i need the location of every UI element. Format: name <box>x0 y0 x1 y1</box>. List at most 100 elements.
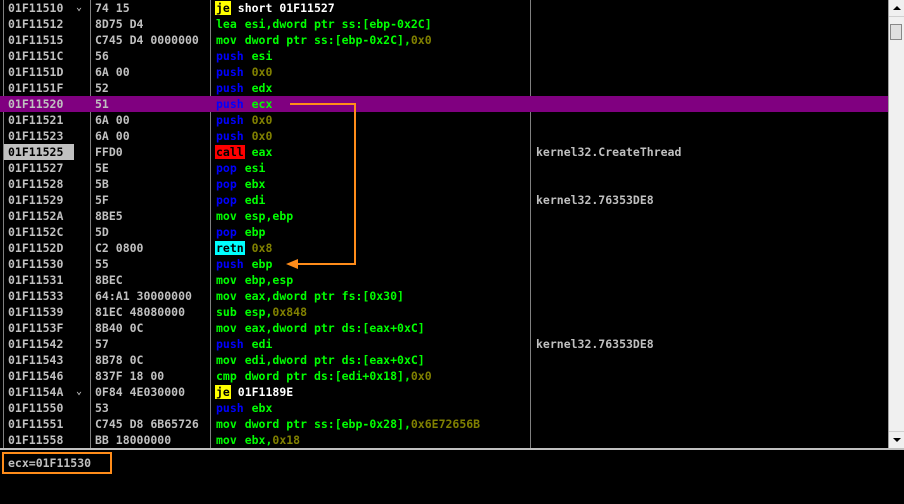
row-hex-bytes: 0F84 4E030000 <box>95 385 186 399</box>
disasm-row[interactable]: 01F1152C 5D pop ebp <box>0 224 888 240</box>
disasm-row[interactable]: 01F1151C 56 push esi <box>0 48 888 64</box>
instruction-operand: 0x848 <box>272 305 308 319</box>
row-comment <box>536 16 886 32</box>
jump-marker-icon: ⌄ <box>76 2 83 13</box>
disasm-row[interactable]: 01F1152A 8BE5 mov esp,ebp <box>0 208 888 224</box>
disasm-row[interactable]: 01F11550 53 push ebx <box>0 400 888 416</box>
instruction-operand: 0x0 <box>410 369 432 383</box>
row-hex-bytes: 5D <box>95 225 109 239</box>
disasm-row[interactable]: 01F11510 ⌄ 74 15 je short 01F11527 <box>0 0 888 16</box>
disasm-row[interactable]: 01F11529 5F pop edi kernel32.76353DE8 <box>0 192 888 208</box>
disasm-row[interactable]: 01F11520 51 push ecx <box>0 96 888 112</box>
scroll-thumb[interactable] <box>890 24 902 40</box>
disasm-row[interactable]: 01F1151D 6A 00 push 0x0 <box>0 64 888 80</box>
row-instruction: cmp dword ptr ds:[edi+0x18],0x0 <box>215 368 527 384</box>
row-hex-bytes: 8BE5 <box>95 209 123 223</box>
row-instruction: mov eax,dword ptr ds:[eax+0xC] <box>215 320 527 336</box>
instruction-operand: short 01F11527 <box>230 1 335 15</box>
row-instruction: pop ebp <box>215 224 527 240</box>
instruction-operand: eax,dword ptr ds:[eax+0xC] <box>237 321 425 335</box>
instruction-mnemonic: je <box>215 1 231 15</box>
row-comment <box>536 352 886 368</box>
jump-marker-icon <box>76 192 86 208</box>
row-hex-bytes: BB 18000000 <box>95 433 172 447</box>
row-comment <box>536 432 886 448</box>
instruction-mnemonic: mov <box>216 289 237 303</box>
row-hex-bytes: C745 D8 6B65726 <box>95 417 199 431</box>
instruction-mnemonic: pop <box>216 161 237 175</box>
row-instruction: lea esi,dword ptr ss:[ebp-0x2C] <box>215 16 527 32</box>
row-instruction: push 0x0 <box>215 112 527 128</box>
disasm-row[interactable]: 01F11558 BB 18000000 mov ebx,0x18 <box>0 432 888 448</box>
jump-marker-icon <box>76 320 86 336</box>
instruction-operand: edx <box>244 81 273 95</box>
vertical-scrollbar[interactable] <box>888 0 904 448</box>
disasm-row[interactable]: 01F11525 FFD0 call eax kernel32.CreateThrea… <box>0 144 888 160</box>
jump-marker-icon <box>76 288 86 304</box>
instruction-mnemonic: retn <box>215 241 245 255</box>
instruction-mnemonic: lea <box>216 17 237 31</box>
row-address: 01F1152A <box>8 209 64 223</box>
instruction-operand: ebp,esp <box>237 273 294 287</box>
disasm-row[interactable]: 01F11543 8B78 0C mov edi,dword ptr ds:[eax… <box>0 352 888 368</box>
instruction-mnemonic: push <box>216 129 244 143</box>
row-hex-bytes: 8BEC <box>95 273 123 287</box>
disasm-row[interactable]: 01F11539 81EC 48080000 sub esp,0x848 <box>0 304 888 320</box>
row-hex-bytes: 5E <box>95 161 109 175</box>
row-address: 01F1153F <box>8 321 64 335</box>
disasm-row[interactable]: 01F1154A ⌄ 0F84 4E030000 je 01F1189E <box>0 384 888 400</box>
instruction-operand: edi <box>244 337 273 351</box>
disassembly-view[interactable]: 01F11510 ⌄ 74 15 je short 01F11527 01F11512 8… <box>0 0 888 448</box>
instruction-mnemonic: push <box>216 97 244 111</box>
disasm-row[interactable]: 01F1153F 8B40 0C mov eax,dword ptr ds:[eax… <box>0 320 888 336</box>
row-address: 01F1152C <box>8 225 64 239</box>
row-instruction: je 01F1189E <box>215 384 527 400</box>
row-address: 01F11529 <box>8 193 64 207</box>
row-comment <box>536 304 886 320</box>
row-address: 01F11539 <box>8 305 64 319</box>
row-hex-bytes: C745 D4 0000000 <box>95 33 199 47</box>
row-hex-bytes: 74 15 <box>95 1 130 15</box>
disasm-row[interactable]: 01F11531 8BEC mov ebp,esp <box>0 272 888 288</box>
disasm-row[interactable]: 01F11530 55 push ebp <box>0 256 888 272</box>
instruction-operand: 0x0 <box>244 129 273 143</box>
instruction-operand: 0x18 <box>272 433 301 447</box>
scroll-up-button[interactable] <box>889 0 904 17</box>
row-instruction: push ebx <box>215 400 527 416</box>
disasm-row[interactable]: 01F11527 5E pop esi <box>0 160 888 176</box>
jump-marker-icon <box>76 416 86 432</box>
row-comment <box>536 48 886 64</box>
disasm-row[interactable]: 01F11521 6A 00 push 0x0 <box>0 112 888 128</box>
instruction-operand: esi, <box>237 17 273 31</box>
row-instruction: mov dword ptr ss:[ebp-0x2C],0x0 <box>215 32 527 48</box>
row-address: 01F11521 <box>8 113 64 127</box>
instruction-mnemonic: pop <box>216 177 237 191</box>
row-instruction: mov ebx,0x18 <box>215 432 527 448</box>
disasm-row[interactable]: 01F1151F 52 push edx <box>0 80 888 96</box>
info-pane: ecx=01F11530 <box>0 450 904 504</box>
scroll-down-button[interactable] <box>889 431 904 448</box>
instruction-operand: dword ptr ss:[ebp-0x2C], <box>237 33 411 47</box>
disasm-row[interactable]: 01F11546 837F 18 00 cmp dword ptr ds:[edi+… <box>0 368 888 384</box>
row-comment <box>536 224 886 240</box>
row-address: 01F11530 <box>8 257 64 271</box>
row-comment <box>536 384 886 400</box>
disasm-row[interactable]: 01F11533 64:A1 30000000 mov eax,dword ptr … <box>0 288 888 304</box>
disasm-row[interactable]: 01F11515 C745 D4 0000000 mov dword ptr ss:… <box>0 32 888 48</box>
row-instruction: mov eax,dword ptr fs:[0x30] <box>215 288 527 304</box>
instruction-operand: 0x0 <box>244 113 273 127</box>
disasm-row[interactable]: 01F11512 8D75 D4 lea esi,dword ptr ss:[ebp… <box>0 16 888 32</box>
disasm-row[interactable]: 01F1152D C2 0800 retn 0x8 <box>0 240 888 256</box>
row-comment <box>536 208 886 224</box>
instruction-mnemonic: push <box>216 401 244 415</box>
row-instruction: push esi <box>215 48 527 64</box>
row-comment <box>536 64 886 80</box>
disasm-row[interactable]: 01F11542 57 push edi kernel32.76353DE8 <box>0 336 888 352</box>
row-address: 01F11510 <box>8 1 64 15</box>
disasm-row[interactable]: 01F11523 6A 00 push 0x0 <box>0 128 888 144</box>
row-hex-bytes: 64:A1 30000000 <box>95 289 192 303</box>
jump-marker-icon <box>76 80 86 96</box>
row-hex-bytes: 57 <box>95 337 109 351</box>
disasm-row[interactable]: 01F11551 C745 D8 6B65726 mov dword ptr ss:… <box>0 416 888 432</box>
disasm-row[interactable]: 01F11528 5B pop ebx <box>0 176 888 192</box>
